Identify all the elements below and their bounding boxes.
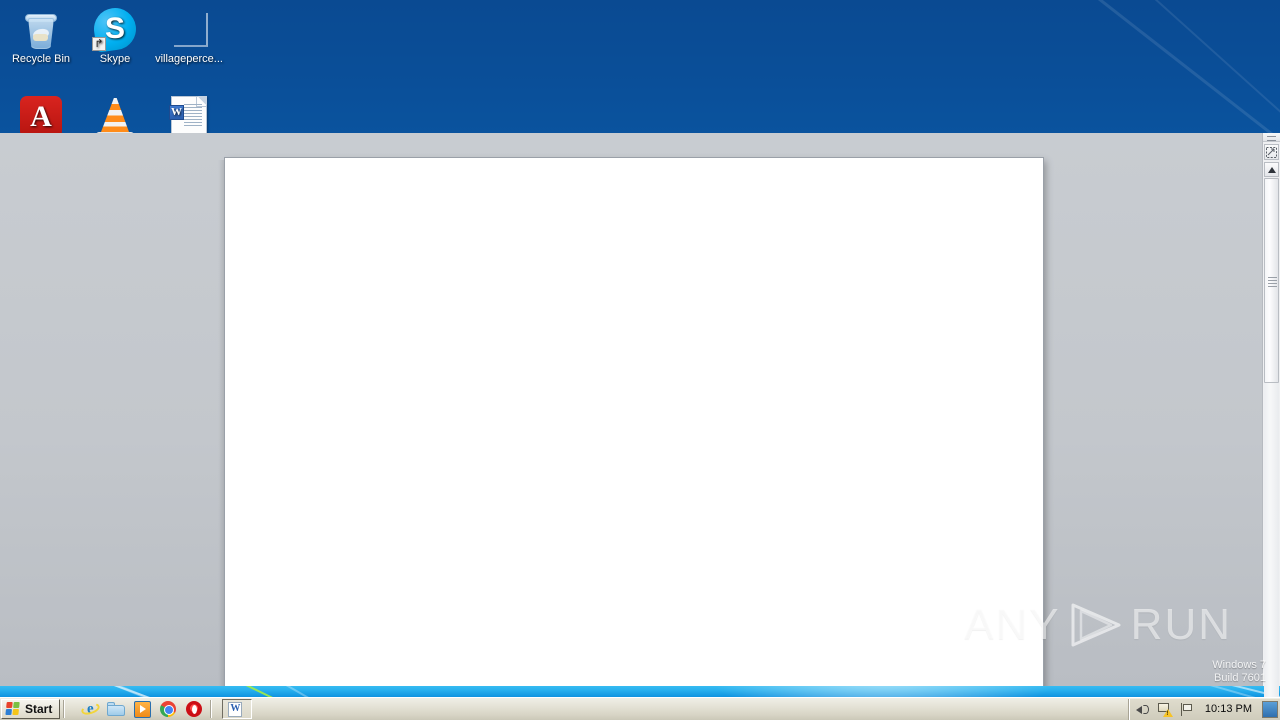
- recycle-bin-icon: [4, 8, 78, 50]
- desktop-icon-skype[interactable]: S ↱ Skype: [78, 5, 152, 65]
- quicklaunch-google-chrome[interactable]: [155, 699, 181, 720]
- scrollbar-grip: [1268, 276, 1277, 289]
- word-application-window[interactable]: ANY RUN: [0, 133, 1280, 720]
- task-button-area[interactable]: W: [222, 699, 253, 719]
- opera-icon: [186, 701, 203, 717]
- skype-icon: S ↱: [78, 5, 152, 53]
- taskbar-button-microsoft-word[interactable]: W: [222, 699, 253, 719]
- desktop-icon-label: villageperce...: [155, 53, 223, 65]
- document-page[interactable]: [225, 158, 1043, 686]
- desktop-icon-recycle-bin[interactable]: Recycle Bin: [4, 8, 78, 65]
- view-ruler-glyph: [1266, 146, 1277, 158]
- view-ruler-icon[interactable]: [1264, 144, 1279, 160]
- folder-icon: [107, 702, 126, 716]
- start-button[interactable]: Start: [1, 699, 61, 719]
- taskbar-separator: [63, 700, 65, 718]
- system-tray[interactable]: 10:13 PM: [1127, 698, 1280, 720]
- windows-edition-text: Windows 7: [1212, 659, 1266, 671]
- arrow-up-icon: [1267, 166, 1276, 173]
- word-icon: W: [228, 701, 243, 717]
- vlc-media-player-icon: [78, 96, 152, 138]
- windows-flag-icon: [5, 702, 21, 716]
- document-canvas[interactable]: [0, 133, 1262, 686]
- chrome-icon: [160, 701, 177, 717]
- show-desktop-button[interactable]: [1262, 700, 1278, 718]
- windows-build-watermark: Windows 7 Build 7601: [1212, 659, 1266, 685]
- taskbar-clock[interactable]: 10:13 PM: [1201, 703, 1256, 715]
- document-icon: [152, 8, 226, 50]
- adobe-acrobat-icon: A: [4, 96, 78, 138]
- volume-icon[interactable]: [1135, 701, 1151, 717]
- split-window-handle[interactable]: [1263, 133, 1280, 142]
- shortcut-arrow-icon: ↱: [92, 37, 106, 51]
- scrollbar-thumb[interactable]: [1264, 178, 1279, 383]
- taskbar[interactable]: Start e W ! 10:13 PM: [0, 697, 1280, 720]
- network-warning-icon[interactable]: [1157, 701, 1173, 717]
- windows-build-text: Build 7601: [1214, 672, 1266, 684]
- desktop-icon-villageperce[interactable]: villageperce...: [152, 8, 226, 65]
- start-button-label: Start: [25, 702, 53, 716]
- word-document-icon: W: [152, 96, 226, 138]
- taskbar-separator: [210, 700, 212, 718]
- quick-launch-bar[interactable]: e: [77, 699, 207, 720]
- vertical-scrollbar[interactable]: [1262, 133, 1280, 720]
- internet-explorer-icon: e: [79, 700, 101, 718]
- quicklaunch-media-player[interactable]: [129, 699, 155, 720]
- scroll-up-button[interactable]: [1264, 162, 1279, 177]
- wallpaper-sheen: [1138, 0, 1280, 133]
- quicklaunch-internet-explorer[interactable]: e: [77, 699, 103, 720]
- media-player-icon: [133, 700, 151, 718]
- quicklaunch-opera[interactable]: [181, 699, 207, 720]
- desktop-icon-label: Skype: [99, 53, 131, 65]
- desktop-icon-label: Recycle Bin: [11, 53, 71, 65]
- quicklaunch-windows-explorer[interactable]: [103, 699, 129, 720]
- action-center-flag-icon[interactable]: [1179, 701, 1195, 717]
